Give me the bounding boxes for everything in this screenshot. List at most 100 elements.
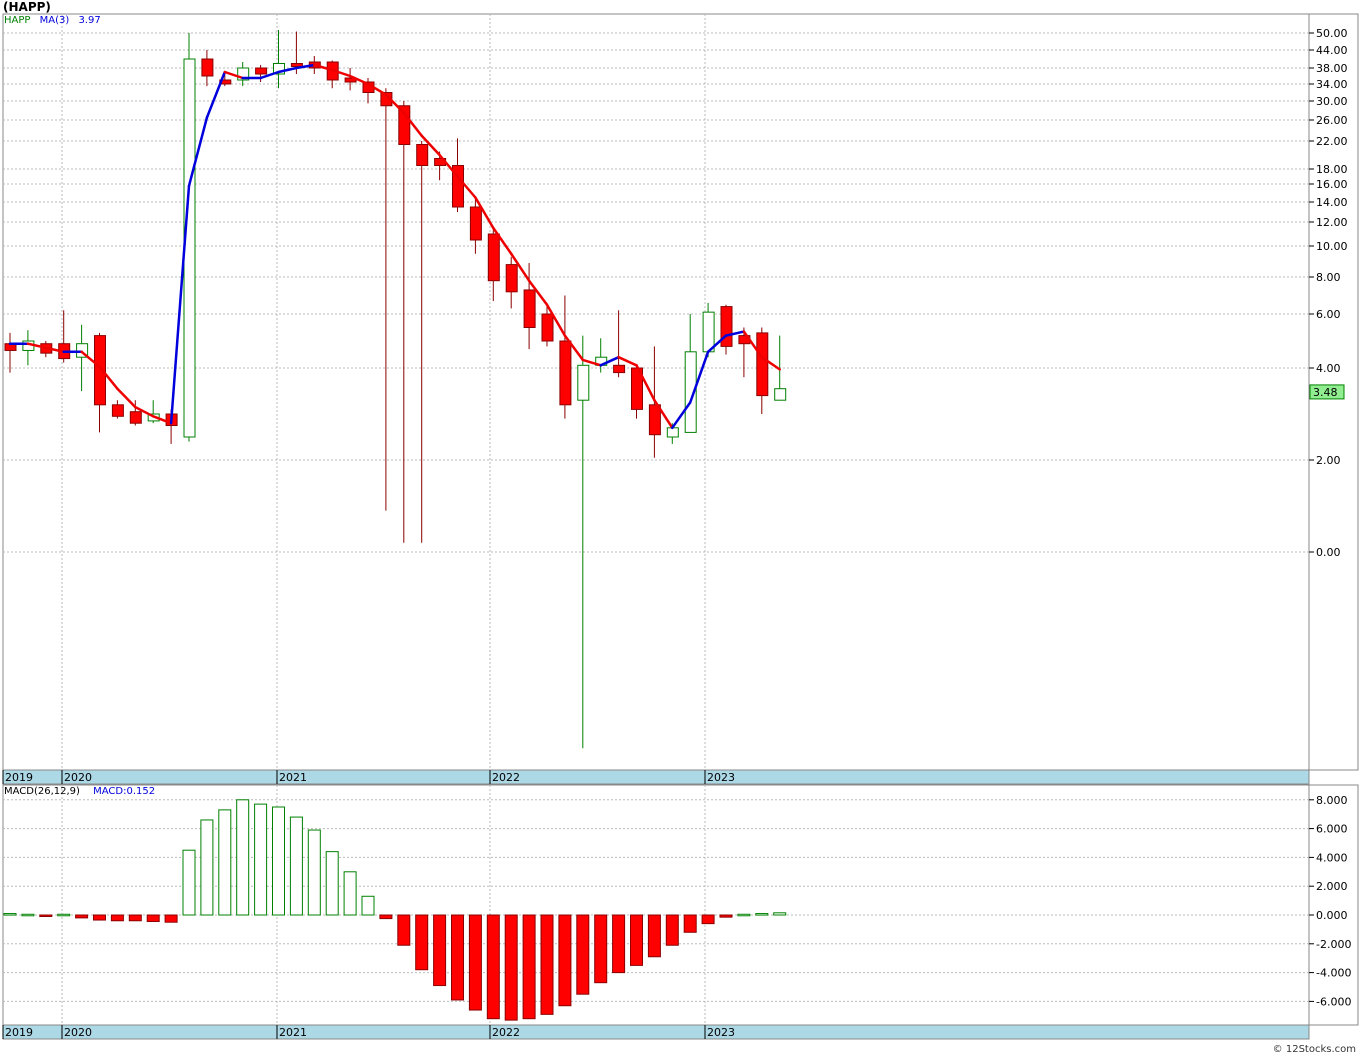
macd-bar bbox=[683, 914, 697, 933]
price-tick-label: 6.00 bbox=[1316, 308, 1341, 321]
year-label: 2019 bbox=[5, 771, 33, 784]
macd-axis-panel bbox=[1308, 784, 1359, 1026]
macd-bar bbox=[146, 914, 160, 922]
candle-body bbox=[523, 289, 536, 329]
macd-tick-label: 4.000 bbox=[1316, 851, 1348, 864]
year-label: 2023 bbox=[707, 771, 735, 784]
price-time-axis bbox=[2, 769, 1310, 785]
price-tick-label: 44.00 bbox=[1316, 44, 1348, 57]
macd-bar bbox=[468, 914, 482, 1011]
credit-text: © 12Stocks.com bbox=[1272, 1044, 1356, 1055]
macd-panel bbox=[2, 784, 1310, 1026]
candle-body bbox=[756, 332, 769, 397]
year-label: 2021 bbox=[279, 1026, 307, 1039]
price-tick-label: 14.00 bbox=[1316, 196, 1348, 209]
macd-label: MACD(26,12,9) bbox=[4, 786, 80, 797]
macd-value: MACD:0.152 bbox=[93, 786, 156, 797]
candle-body bbox=[398, 105, 411, 145]
symbol-label: HAPP bbox=[4, 15, 31, 26]
price-tick-label: 18.00 bbox=[1316, 163, 1348, 176]
macd-bar bbox=[719, 914, 733, 918]
macd-tick-label: 0.000 bbox=[1316, 909, 1348, 922]
macd-bar bbox=[218, 809, 232, 916]
year-label: 2021 bbox=[279, 771, 307, 784]
price-tick-label: 26.00 bbox=[1316, 114, 1348, 127]
macd-bar bbox=[75, 914, 89, 919]
price-tick-label: 16.00 bbox=[1316, 178, 1348, 191]
price-tick-label: 30.00 bbox=[1316, 95, 1348, 108]
macd-bar bbox=[57, 913, 71, 917]
candle-body bbox=[720, 306, 733, 347]
macd-bar bbox=[325, 851, 339, 916]
price-tick-label: 2.00 bbox=[1316, 454, 1341, 467]
macd-bar bbox=[254, 803, 268, 916]
stock-chart: 50.00 44.00 38.00 34.00 30.00 26.00 22.00 18.00… bbox=[2, 13, 1359, 1040]
chart-title: (HAPP) bbox=[3, 0, 51, 14]
price-tick-label: 34.00 bbox=[1316, 78, 1348, 91]
year-label: 2020 bbox=[64, 1026, 92, 1039]
candle-body bbox=[505, 264, 518, 293]
macd-bar bbox=[343, 871, 357, 916]
macd-bar bbox=[415, 914, 429, 971]
price-tick-label: 0.00 bbox=[1316, 546, 1341, 559]
year-label: 2023 bbox=[707, 1026, 735, 1039]
candle-body bbox=[255, 67, 268, 75]
macd-bar bbox=[647, 914, 661, 958]
candle-body bbox=[201, 58, 214, 77]
macd-bar bbox=[558, 914, 572, 1007]
year-label: 2022 bbox=[492, 771, 520, 784]
candle-body bbox=[183, 58, 196, 438]
macd-tick-label: -4.000 bbox=[1316, 967, 1351, 980]
price-tick-label: 10.00 bbox=[1316, 240, 1348, 253]
price-legend: HAPP MA(3) 3.97 bbox=[4, 15, 101, 26]
macd-bar bbox=[397, 914, 411, 946]
macd-tick-label: -2.000 bbox=[1316, 938, 1351, 951]
candle-body bbox=[648, 404, 661, 436]
macd-bar bbox=[128, 914, 142, 922]
macd-bar bbox=[451, 914, 464, 1001]
candle-body bbox=[469, 206, 482, 241]
macd-bar bbox=[93, 914, 106, 921]
candle-body bbox=[541, 313, 554, 342]
year-label: 2022 bbox=[492, 1026, 520, 1039]
macd-bar bbox=[200, 819, 214, 916]
price-tick-label: 4.00 bbox=[1316, 362, 1341, 375]
macd-bar bbox=[630, 914, 643, 966]
macd-tick-label: 6.000 bbox=[1316, 823, 1348, 836]
macd-legend: MACD(26,12,9) MACD:0.152 bbox=[4, 786, 155, 797]
macd-tick-label: -6.000 bbox=[1316, 995, 1351, 1008]
macd-tick-label: 8.000 bbox=[1316, 794, 1348, 807]
candle-body bbox=[559, 340, 572, 406]
year-label: 2020 bbox=[64, 771, 92, 784]
macd-bar bbox=[236, 799, 250, 916]
macd-bar bbox=[612, 914, 626, 974]
macd-bar bbox=[182, 849, 196, 916]
macd-time-axis bbox=[2, 1024, 1310, 1040]
year-label: 2019 bbox=[5, 1026, 33, 1039]
macd-bar bbox=[540, 914, 554, 1015]
macd-bar bbox=[665, 914, 679, 946]
macd-bar bbox=[433, 914, 447, 987]
macd-bar bbox=[361, 895, 375, 916]
macd-bar bbox=[522, 914, 536, 1020]
macd-bar bbox=[755, 913, 769, 916]
ma-label: MA(3) bbox=[39, 15, 70, 26]
macd-bar bbox=[289, 816, 303, 916]
macd-bar bbox=[594, 914, 608, 984]
candle-body bbox=[416, 144, 429, 166]
macd-bar bbox=[576, 914, 590, 995]
macd-bar bbox=[3, 913, 17, 916]
price-tick-label: 50.00 bbox=[1316, 27, 1348, 40]
macd-bar bbox=[39, 914, 53, 917]
price-tick-label: 38.00 bbox=[1316, 62, 1348, 75]
candle-body bbox=[487, 233, 500, 282]
macd-bar bbox=[701, 914, 715, 925]
macd-bar bbox=[486, 914, 500, 1020]
macd-bar bbox=[773, 912, 787, 916]
macd-bar bbox=[307, 829, 321, 916]
macd-bar bbox=[110, 914, 124, 922]
candle-body bbox=[111, 404, 124, 417]
candle-body bbox=[666, 427, 679, 438]
macd-bar bbox=[379, 914, 393, 920]
price-tick-label: 22.00 bbox=[1316, 135, 1348, 148]
